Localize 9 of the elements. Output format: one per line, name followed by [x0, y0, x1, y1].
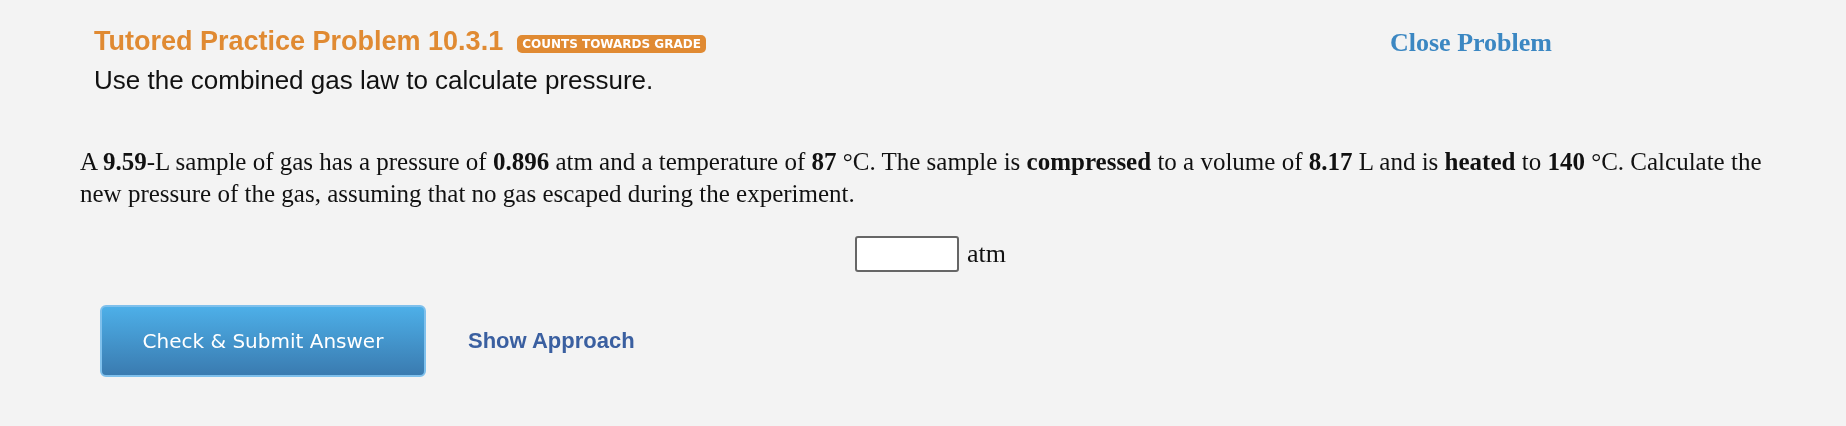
close-problem-link[interactable]: Close Problem	[1390, 28, 1552, 58]
grade-badge: COUNTS TOWARDS GRADE	[517, 34, 706, 53]
unit-label: atm	[967, 239, 1006, 269]
submit-button[interactable]: Check & Submit Answer	[100, 305, 426, 377]
problem-subtitle: Use the combined gas law to calculate pressure.	[94, 65, 655, 96]
show-approach-link[interactable]: Show Approach	[468, 328, 635, 354]
problem-text: A 9.59-L sample of gas has a pressure of 0.896 atm and a temperature of 87 °C. The sample is compressed to a volume of 8.17 L and is heated to 140 °C. Calculate the new pressure of the gas, assuming that no gas escaped during the experiment.	[80, 147, 1763, 209]
answer-field[interactable]	[855, 236, 959, 272]
problem-title: Tutored Practice Problem 10.3.1	[94, 26, 504, 57]
